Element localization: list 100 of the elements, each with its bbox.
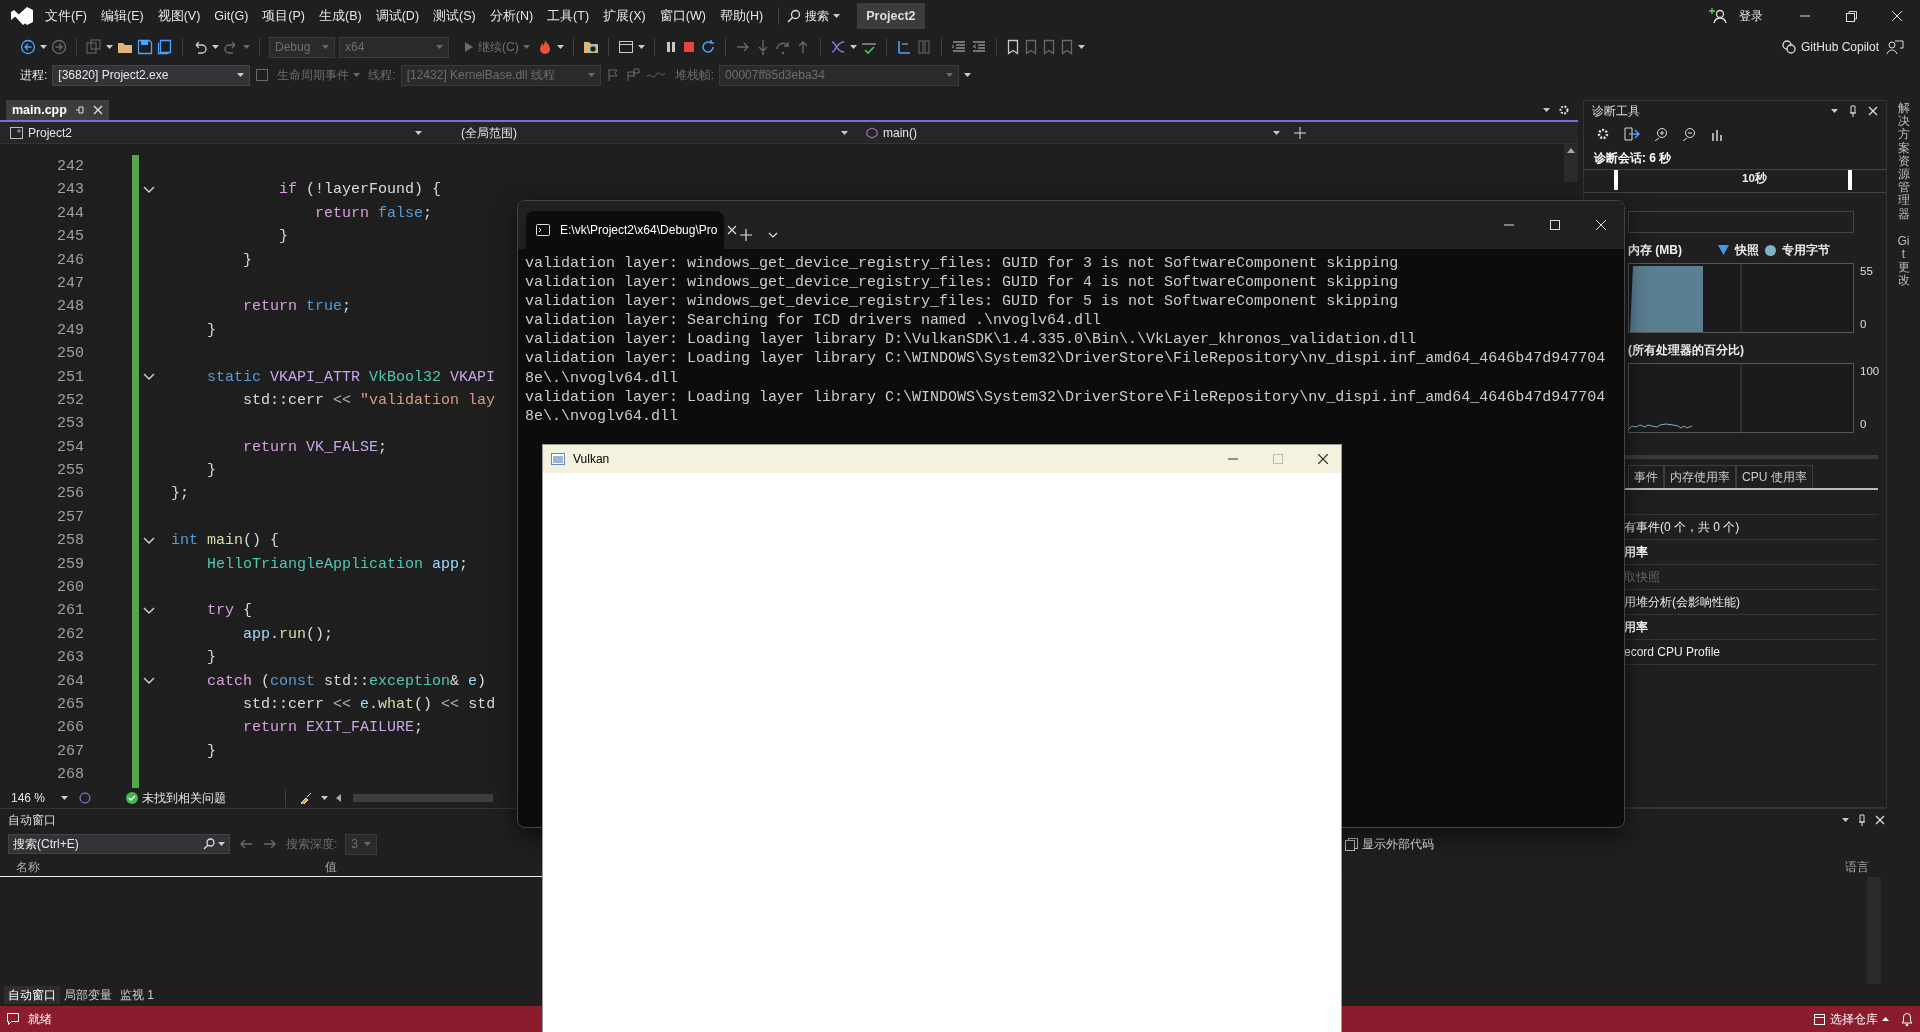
menu-item[interactable]: 工具(T) [540, 6, 597, 26]
menu-item[interactable]: 窗口(W) [652, 6, 713, 26]
window-icon[interactable] [617, 39, 634, 55]
show-external-code[interactable]: 显示外部代码 [1342, 835, 1437, 853]
back-icon[interactable] [20, 39, 36, 55]
panel-tab[interactable]: CPU 使用率 [1736, 465, 1813, 488]
scrollbar[interactable] [1564, 144, 1578, 182]
stop-icon[interactable] [681, 40, 696, 54]
caret-icon[interactable] [218, 842, 225, 846]
caret-icon[interactable] [40, 45, 47, 49]
range-handle-icon[interactable] [1848, 170, 1852, 190]
close-icon[interactable] [1868, 106, 1878, 116]
chevron-icon[interactable] [143, 536, 155, 545]
pin-icon[interactable] [1857, 814, 1867, 826]
panel-tab[interactable]: 监视 1 [116, 986, 158, 1004]
search-field[interactable]: 搜索(Ctrl+E) [8, 834, 230, 854]
caret-icon[interactable] [637, 45, 645, 49]
side-tab[interactable]: Git 更改 [1897, 234, 1910, 288]
caret-icon[interactable] [415, 130, 422, 135]
save-all-icon[interactable] [157, 39, 173, 55]
list-item[interactable]: 有事件(0 个，共 0 个) [1624, 518, 1740, 536]
cursor-icon[interactable] [895, 39, 912, 55]
list-item[interactable]: ecord CPU Profile [1624, 643, 1721, 661]
menu-item[interactable]: 项目(P) [255, 6, 312, 26]
panel-tab[interactable]: 局部变量 [60, 986, 116, 1004]
sign-in-link[interactable]: 登录 [1706, 7, 1766, 25]
range-handle-icon[interactable] [1614, 170, 1618, 190]
bookmark-icon[interactable] [1005, 39, 1020, 55]
caret-icon[interactable] [237, 73, 245, 77]
panel-tab[interactable]: 自动窗口 [4, 986, 60, 1004]
caret-icon[interactable] [849, 45, 857, 49]
step-over-icon[interactable] [774, 39, 791, 55]
document-tab[interactable]: main.cpp [6, 100, 109, 120]
caret-icon[interactable] [964, 73, 972, 77]
arrow-left-icon[interactable] [336, 794, 342, 802]
caret-icon[interactable] [556, 45, 564, 49]
side-tab[interactable]: 解决方案资源管理器 [1897, 102, 1910, 221]
caret-icon[interactable] [841, 130, 848, 135]
caret-icon[interactable] [1273, 130, 1280, 135]
settings-icon[interactable] [1596, 127, 1610, 141]
caret-icon[interactable] [321, 796, 329, 800]
issues-status[interactable]: 未找到相关问题 [123, 789, 230, 807]
branch-icon[interactable] [829, 39, 846, 55]
indent-icon[interactable] [950, 39, 967, 55]
bell-icon[interactable] [1900, 1011, 1914, 1027]
menu-item[interactable]: Git(G) [207, 6, 256, 26]
plus-icon[interactable] [740, 229, 752, 241]
arrow-up-icon[interactable] [1567, 148, 1575, 153]
bar-chart-icon[interactable] [1710, 127, 1724, 141]
menu-item[interactable]: 测试(S) [426, 6, 483, 26]
caret-icon[interactable] [1842, 818, 1849, 822]
chevron-icon[interactable] [143, 607, 155, 616]
outdent-icon[interactable] [970, 39, 987, 55]
menu-item[interactable]: 生成(B) [312, 6, 369, 26]
menu-item[interactable]: 文件(F) [38, 6, 94, 26]
caret-icon[interactable] [1543, 108, 1550, 112]
export-icon[interactable] [1624, 127, 1640, 141]
chevron-icon[interactable] [143, 373, 155, 382]
menu-item[interactable]: 扩展(X) [596, 6, 653, 26]
pin-icon[interactable] [74, 105, 85, 115]
restart-icon[interactable] [699, 39, 716, 55]
menu-item[interactable]: 视图(V) [150, 6, 208, 26]
project-dropdown[interactable]: Project2 [6, 123, 426, 142]
brush-icon[interactable] [299, 792, 314, 804]
member-dropdown[interactable]: main() [862, 123, 1284, 142]
scrollbar[interactable] [353, 794, 494, 802]
menu-item[interactable]: 分析(N) [482, 6, 541, 26]
zoom-in-icon[interactable] [1654, 127, 1668, 141]
feedback-icon[interactable] [1886, 39, 1904, 55]
settings-icon[interactable] [1558, 104, 1570, 116]
close-icon[interactable] [92, 105, 103, 115]
caret-icon[interactable] [106, 45, 113, 49]
close-icon[interactable] [1875, 815, 1885, 825]
chevron-icon[interactable] [768, 232, 778, 238]
menu-item[interactable]: 帮助(H) [712, 6, 771, 26]
close-icon[interactable] [727, 225, 738, 235]
caret-icon[interactable] [833, 14, 841, 18]
folder-search-icon[interactable] [582, 39, 599, 55]
list-item[interactable]: 用堆分析(会影响性能) [1624, 593, 1740, 611]
menu-item[interactable]: 编辑(E) [93, 6, 151, 26]
caret-icon[interactable] [1831, 109, 1838, 113]
pin-icon[interactable] [1848, 105, 1858, 117]
split-icon[interactable] [1294, 126, 1306, 139]
zoom-out-icon[interactable] [1682, 127, 1696, 141]
process-dropdown[interactable]: [36820] Project2.exe [52, 64, 251, 86]
scope-dropdown[interactable]: (全局范围) [436, 123, 852, 142]
search-icon[interactable] [203, 838, 215, 850]
caret-icon[interactable] [212, 45, 219, 49]
caret-icon[interactable] [1077, 45, 1085, 49]
chevron-icon[interactable] [143, 677, 155, 686]
save-icon[interactable] [137, 39, 153, 55]
repo-selector[interactable]: 选择仓库 [1810, 1010, 1892, 1028]
caret-icon[interactable] [61, 796, 69, 800]
zoom-dropdown[interactable]: 146 % [8, 789, 72, 807]
panel-tab[interactable]: 事件 [1628, 465, 1664, 488]
chevron-icon[interactable] [143, 186, 155, 195]
search-menu[interactable]: 搜索 [784, 7, 844, 25]
panel-tab[interactable]: 内存使用率 [1664, 465, 1736, 488]
menu-item[interactable]: 调试(D) [368, 6, 427, 26]
copilot-button[interactable]: GitHub Copilot [1777, 38, 1882, 56]
